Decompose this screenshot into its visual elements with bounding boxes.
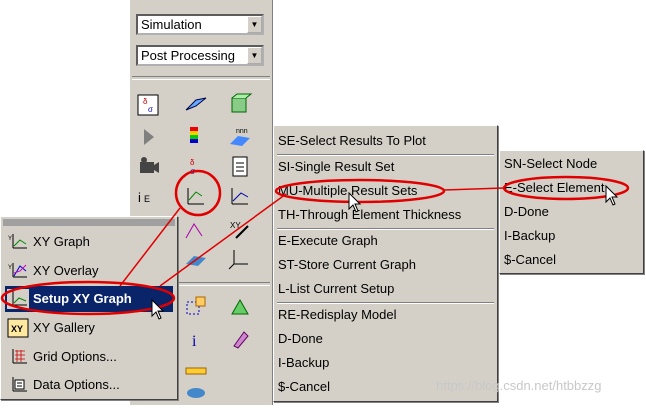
submode-combo[interactable]: Post Processing ▼ bbox=[136, 45, 264, 66]
data-options-icon bbox=[7, 375, 29, 395]
paint-icon[interactable] bbox=[226, 326, 254, 352]
xy-edit-icon[interactable]: XY bbox=[226, 218, 254, 244]
menu-item-multiple-result-sets[interactable]: MU-Multiple Result Sets bbox=[278, 180, 417, 202]
select-menu: SN-Select Node E-Select Element D-Done I… bbox=[499, 150, 644, 274]
svg-text:XY: XY bbox=[11, 324, 23, 334]
deformed-shape-icon[interactable] bbox=[182, 92, 210, 118]
menu-item-select-element[interactable]: E-Select Element bbox=[504, 177, 604, 199]
axis-icon[interactable] bbox=[226, 246, 254, 272]
menu-item-backup[interactable]: I-Backup bbox=[504, 225, 555, 247]
curve-icon[interactable] bbox=[182, 218, 210, 244]
menu-item-label: XY Overlay bbox=[33, 263, 99, 278]
setup-xy-graph-menu: SE-Select Results To Plot SI-Single Resu… bbox=[273, 125, 498, 402]
color-bar-icon[interactable] bbox=[182, 124, 210, 150]
play-animation-icon[interactable] bbox=[134, 124, 162, 150]
xy-overlay-toolbar-icon[interactable] bbox=[226, 184, 254, 210]
xy-gallery-icon: XY bbox=[7, 318, 29, 338]
svg-text:i: i bbox=[138, 190, 141, 205]
vector-plot-icon[interactable]: nnn bbox=[226, 124, 254, 150]
menu-item-store-current-graph[interactable]: ST-Store Current Graph bbox=[278, 254, 416, 276]
chevron-down-icon[interactable]: ▼ bbox=[247, 16, 262, 33]
menu-item-xy-gallery[interactable]: XY XY Gallery bbox=[5, 315, 173, 341]
menu-item-done[interactable]: D-Done bbox=[278, 328, 323, 350]
menu-item-xy-graph[interactable]: Y XY Graph bbox=[5, 229, 173, 255]
svg-text:E: E bbox=[144, 194, 150, 204]
menu-item-single-result-set[interactable]: SI-Single Result Set bbox=[278, 156, 394, 178]
camera-icon[interactable] bbox=[134, 154, 162, 180]
menu-item-label: XY Gallery bbox=[33, 320, 95, 335]
xy-graph-icon: Y bbox=[7, 232, 29, 252]
menu-item-setup-xy-graph[interactable]: Setup XY Graph bbox=[5, 286, 173, 312]
svg-text:XY: XY bbox=[230, 221, 241, 230]
xy-graph-menu: Y XY Graph Y XY Overlay Setup XY Graph X… bbox=[0, 216, 178, 400]
menu-item-redisplay-model[interactable]: RE-Redisplay Model bbox=[278, 304, 397, 326]
svg-text:nnn: nnn bbox=[236, 128, 248, 135]
svg-text:σ: σ bbox=[190, 167, 195, 176]
setup-xy-graph-icon bbox=[7, 289, 29, 309]
mode-combo-value: Simulation bbox=[141, 17, 202, 32]
surface-icon[interactable] bbox=[182, 246, 210, 272]
watermark-text: https://blog.csdn.net/htbbzzg bbox=[436, 378, 602, 393]
svg-text:i: i bbox=[192, 333, 197, 350]
grid-options-icon bbox=[7, 347, 29, 367]
svg-text:Y: Y bbox=[8, 236, 12, 242]
menu-item-label: XY Graph bbox=[33, 234, 90, 249]
toolbar-divider bbox=[132, 76, 270, 80]
select-box-icon[interactable] bbox=[182, 294, 210, 320]
menu-tear-off-bar[interactable] bbox=[3, 219, 175, 226]
menu-item-execute-graph[interactable]: E-Execute Graph bbox=[278, 230, 378, 252]
results-label-icon[interactable]: δσ bbox=[182, 154, 210, 180]
menu-item-backup[interactable]: I-Backup bbox=[278, 352, 329, 374]
info-icon[interactable]: i bbox=[182, 326, 210, 352]
svg-text:σ: σ bbox=[148, 105, 153, 114]
menu-item-select-results[interactable]: SE-Select Results To Plot bbox=[278, 130, 426, 152]
results-contour-icon[interactable]: δσ bbox=[134, 92, 162, 118]
menu-item-select-node[interactable]: SN-Select Node bbox=[504, 153, 597, 175]
element-info-icon[interactable]: iE bbox=[134, 184, 162, 210]
shape-icon[interactable] bbox=[182, 380, 210, 406]
svg-text:Y: Y bbox=[8, 265, 12, 271]
menu-item-data-options[interactable]: Data Options... bbox=[5, 372, 173, 398]
submode-combo-value: Post Processing bbox=[141, 48, 235, 63]
menu-item-label: Data Options... bbox=[33, 377, 120, 392]
menu-item-cancel[interactable]: $-Cancel bbox=[278, 376, 330, 398]
svg-text:δ: δ bbox=[190, 158, 195, 167]
menu-item-grid-options[interactable]: Grid Options... bbox=[5, 344, 173, 370]
menu-item-list-current-setup[interactable]: L-List Current Setup bbox=[278, 278, 394, 300]
cube-view-icon[interactable] bbox=[226, 92, 254, 118]
chevron-down-icon[interactable]: ▼ bbox=[247, 47, 262, 64]
xy-overlay-icon: Y bbox=[7, 261, 29, 281]
menu-item-through-thickness[interactable]: TH-Through Element Thickness bbox=[278, 204, 461, 226]
report-document-icon[interactable] bbox=[226, 154, 254, 180]
menu-item-label: Setup XY Graph bbox=[33, 291, 132, 306]
probe-icon[interactable] bbox=[226, 294, 254, 320]
menu-item-done[interactable]: D-Done bbox=[504, 201, 549, 223]
menu-item-label: Grid Options... bbox=[33, 349, 117, 364]
menu-item-cancel[interactable]: $-Cancel bbox=[504, 249, 556, 271]
xy-graph-toolbar-icon[interactable] bbox=[180, 184, 208, 210]
mode-combo[interactable]: Simulation ▼ bbox=[136, 14, 264, 35]
menu-item-xy-overlay[interactable]: Y XY Overlay bbox=[5, 258, 173, 284]
